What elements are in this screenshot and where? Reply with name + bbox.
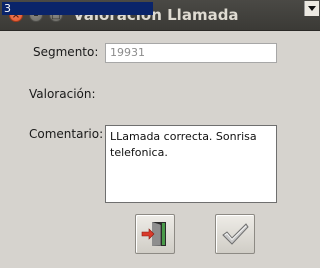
comentario-label: Comentario:	[29, 127, 104, 141]
segmento-input[interactable]: 19931	[105, 43, 277, 63]
checkmark-icon	[222, 223, 249, 245]
valoracion-selected-value: 3	[2, 2, 153, 15]
exit-door-icon	[141, 222, 166, 246]
exit-button[interactable]	[135, 214, 175, 254]
chevron-down-icon	[308, 6, 316, 11]
accept-button[interactable]	[215, 214, 255, 254]
dropdown-arrow-button[interactable]	[304, 1, 319, 16]
segmento-label: Segmento:	[33, 45, 99, 59]
valoracion-label: Valoración:	[29, 87, 96, 101]
comentario-textarea[interactable]: LLamada correcta. Sonrisa telefonica.	[105, 125, 277, 203]
